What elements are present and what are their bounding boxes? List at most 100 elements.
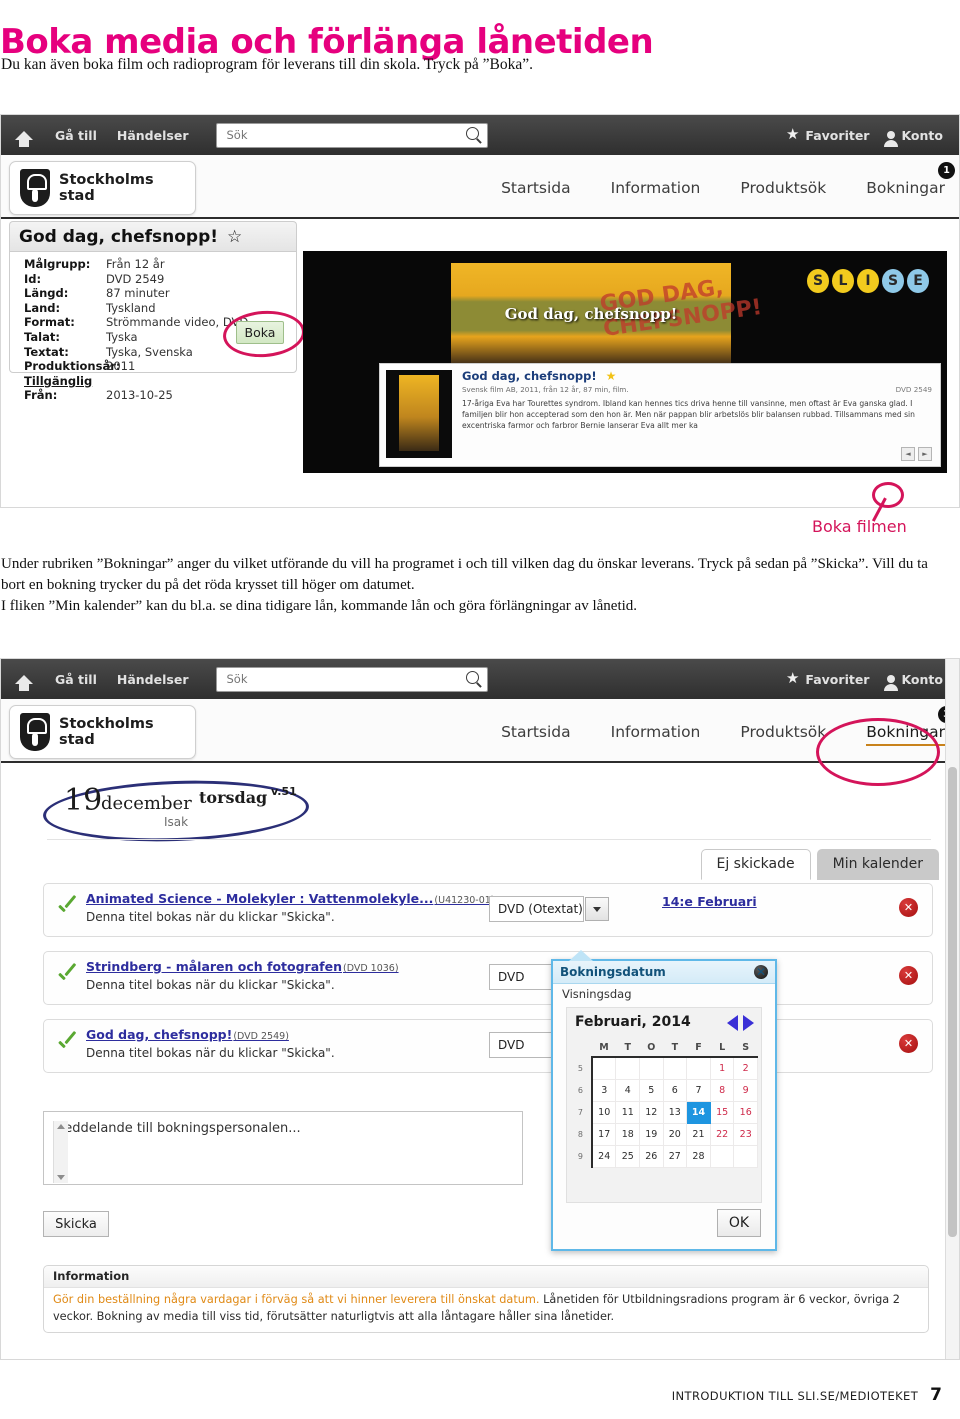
booking-title-link[interactable]: God dag, chefsnopp!(DVD 2549) [86,1027,289,1042]
star-outline-icon[interactable]: ☆ [227,227,242,247]
calendar-day[interactable]: 13 [662,1101,688,1124]
meta-key: Från: [24,388,58,403]
calendar-day[interactable]: 21 [686,1123,711,1146]
next-arrow-icon[interactable] [743,1015,754,1031]
calendar-day[interactable]: 16 [733,1101,758,1124]
textarea-scrollbar[interactable] [53,1121,68,1183]
search-input[interactable] [224,671,454,687]
nav-item-information[interactable]: Information [611,179,701,197]
brand-line1: Stockholms [59,715,154,732]
nav-item-startsida[interactable]: Startsida [501,179,571,197]
calendar-day[interactable]: 6 [662,1079,688,1102]
check-icon [56,898,76,918]
booking-id: (DVD 2549) [233,1031,289,1042]
close-icon[interactable]: ✕ [754,965,768,979]
tab-min-kalender[interactable]: Min kalender [816,849,939,880]
pager-next-button[interactable]: ► [918,447,932,461]
calendar-day[interactable]: 25 [615,1145,641,1168]
check-icon [56,966,76,986]
calendar-day[interactable]: 17 [591,1123,617,1146]
toolbar-account[interactable]: Konto [901,672,943,687]
delete-icon[interactable]: ✕ [899,898,918,917]
calendar-day[interactable]: 11 [615,1101,641,1124]
brand-logo[interactable]: Stockholms stad [9,161,196,215]
calendar-day[interactable]: 3 [591,1079,617,1102]
page-root: Boka media och förlänga lånetiden Du kan… [0,0,960,1419]
calendar-day[interactable]: 24 [591,1145,617,1168]
calendar-day-selected[interactable]: 14 [686,1101,711,1124]
nav-item-information[interactable]: Information [611,723,701,741]
nav-item-startsida[interactable]: Startsida [501,723,571,741]
toolbar-account[interactable]: Konto [901,128,943,143]
calendar-month-title: Februari, 2014 [575,1014,691,1030]
calendar-week-row: 6 3 4 5 6 7 8 9 [570,1079,758,1102]
preview-card-title[interactable]: God dag, chefsnopp! ★ [462,369,616,383]
calendar-day[interactable]: 15 [709,1101,735,1124]
calendar-day[interactable]: 19 [639,1123,664,1146]
poster-title: God dag, chefsnopp! [504,305,678,323]
calendar-day[interactable]: 9 [733,1079,758,1102]
meta-value: Tyskland [106,300,156,315]
calendar-day[interactable]: 23 [733,1123,758,1146]
brand-logo[interactable]: Stockholms stad [9,705,196,759]
calendar-day[interactable]: 5 [639,1079,664,1102]
annotation-boka-filmen: Boka filmen [812,517,907,536]
booking-title-link[interactable]: Strindberg - målaren och fotografen(DVD … [86,959,399,974]
home-icon[interactable] [13,125,35,147]
slise-letter: L [832,269,854,293]
page-scrollbar[interactable] [945,659,959,1359]
toolbar-events[interactable]: Händelser [117,128,189,143]
calendar-day[interactable]: 20 [662,1123,688,1146]
pager-prev-button[interactable]: ◄ [901,447,915,461]
booking-id: (U41230-01) [434,895,495,906]
message-textarea[interactable]: Meddelande till bokningspersonalen... [43,1111,523,1185]
nav-item-produktsok[interactable]: Produktsök [740,723,826,741]
calendar-day[interactable]: 18 [615,1123,641,1146]
booking-date-link[interactable]: 14:e Februari [662,894,757,909]
home-icon[interactable] [13,669,35,691]
calendar-day[interactable]: 27 [662,1145,688,1168]
star-icon: ★ [785,126,800,143]
bookings-list: Animated Science - Molekyler : Vattenmol… [43,883,933,1087]
nav-item-bokningar[interactable]: Bokningar 1 [866,162,955,197]
slise-letter: I [857,269,879,293]
calendar-day[interactable]: 22 [709,1123,735,1146]
prev-arrow-icon[interactable] [727,1015,738,1031]
booking-title-link[interactable]: Animated Science - Molekyler : Vattenmol… [86,891,495,906]
calendar-ok-button[interactable]: OK [717,1209,761,1237]
delete-icon[interactable]: ✕ [899,966,918,985]
calendar-day[interactable]: 8 [709,1079,735,1102]
nav-item-produktsok[interactable]: Produktsök [740,179,826,197]
chevron-down-icon[interactable] [584,897,609,921]
bookings-tabs: Ej skickade Min kalender [700,849,939,880]
search-icon[interactable] [466,670,480,684]
toolbar-favorites[interactable]: Favoriter [805,672,869,687]
search-icon[interactable] [466,126,480,140]
information-header: Information [44,1266,928,1288]
calendar-day[interactable]: 7 [686,1079,711,1102]
delete-icon[interactable]: ✕ [899,1034,918,1053]
calendar-day[interactable]: 4 [615,1079,641,1102]
toolbar-goto[interactable]: Gå till [55,128,97,143]
tab-ej-skickade[interactable]: Ej skickade [700,849,811,880]
format-select[interactable]: DVD (Otextat) [489,896,609,922]
calendar-day[interactable]: 2 [733,1056,758,1080]
toolbar-events[interactable]: Händelser [117,672,189,687]
search-box[interactable] [216,122,489,148]
calendar-day[interactable]: 1 [709,1056,735,1080]
meta-value: Tyska [106,329,138,344]
brand-line2: stad [59,188,95,204]
slise-letter: E [907,269,929,293]
search-box[interactable] [216,666,489,692]
calendar-day[interactable]: 26 [639,1145,664,1168]
calendar-day[interactable]: 28 [686,1145,711,1168]
search-input[interactable] [224,127,454,143]
table-row: Strindberg - målaren och fotografen(DVD … [43,951,933,1005]
toolbar-goto[interactable]: Gå till [55,672,97,687]
week-number: 5 [570,1057,593,1080]
send-button[interactable]: Skicka [43,1211,109,1237]
calendar-day[interactable]: 12 [639,1101,664,1124]
toolbar-favorites[interactable]: Favoriter [805,128,869,143]
calendar-day[interactable]: 10 [591,1101,617,1124]
poster-image: GOD DAG, CHEFSNOPP! God dag, chefsnopp! [451,263,764,365]
